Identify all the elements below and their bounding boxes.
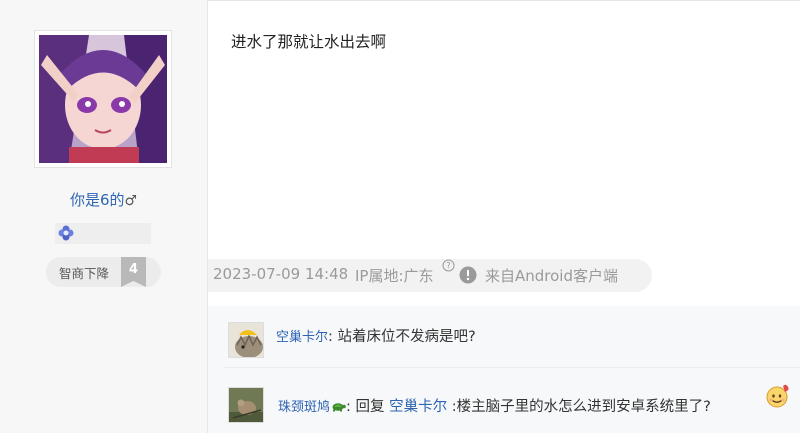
comment-username[interactable]: 珠颈斑鸠: [278, 400, 330, 415]
post-meta-bar: 2023-07-09 14:48 IP属地:广东 ? 来自Android客户端: [208, 259, 652, 292]
exclamation-circle-icon[interactable]: [459, 266, 477, 284]
post-date: 2023-07-09 14:48: [213, 265, 349, 283]
comment-item: 空巢卡尔: 站着床位不发病是吧?: [276, 325, 476, 346]
comment-item: 珠颈斑鸠: 回复 空巢卡尔 :楼主脑子里的水怎么进到安卓系统里了?: [278, 395, 711, 416]
flower-badge-icon[interactable]: [57, 224, 75, 242]
gender-icon: ♂: [124, 193, 138, 209]
author-sidebar: 你是6的♂ 智商下降 4: [0, 0, 208, 433]
badge-bar: [55, 223, 151, 244]
comment-list: 空巢卡尔: 站着床位不发病是吧? 珠颈斑鸠: 回复 空巢卡尔 :楼主脑子里的水怎…: [208, 306, 800, 433]
smiley-emoji-icon: [766, 384, 789, 408]
post-source: 来自Android客户端: [485, 267, 618, 285]
level-title: 智商下降: [59, 266, 110, 281]
svg-text:?: ?: [446, 262, 451, 272]
author-name-link[interactable]: 你是6的♂: [0, 189, 207, 210]
divider: [207, 0, 800, 1]
reply-prefix: 回复: [350, 399, 390, 415]
level-number-tag: 4: [121, 257, 146, 287]
author-name[interactable]: 你是6的: [70, 191, 125, 209]
avatar-image: [39, 35, 167, 163]
comment-text: :楼主脑子里的水怎么进到安卓系统里了?: [447, 399, 711, 415]
reply-target-link[interactable]: 空巢卡尔: [389, 399, 447, 415]
ip-location: IP属地:广东: [355, 267, 434, 285]
comment-username[interactable]: 空巢卡尔: [276, 330, 328, 345]
author-avatar[interactable]: [34, 30, 172, 168]
comment-text: 站着床位不发病是吧?: [332, 329, 476, 345]
level-badge[interactable]: 智商下降 4: [46, 257, 161, 287]
comment-avatar[interactable]: [228, 322, 264, 358]
comment-avatar[interactable]: [228, 387, 264, 423]
post-content: 进水了那就让水出去啊: [231, 33, 387, 51]
level-number: 4: [128, 262, 139, 277]
comment-divider: [224, 367, 800, 368]
turtle-icon: [332, 403, 346, 412]
question-circle-icon[interactable]: ?: [442, 259, 455, 272]
